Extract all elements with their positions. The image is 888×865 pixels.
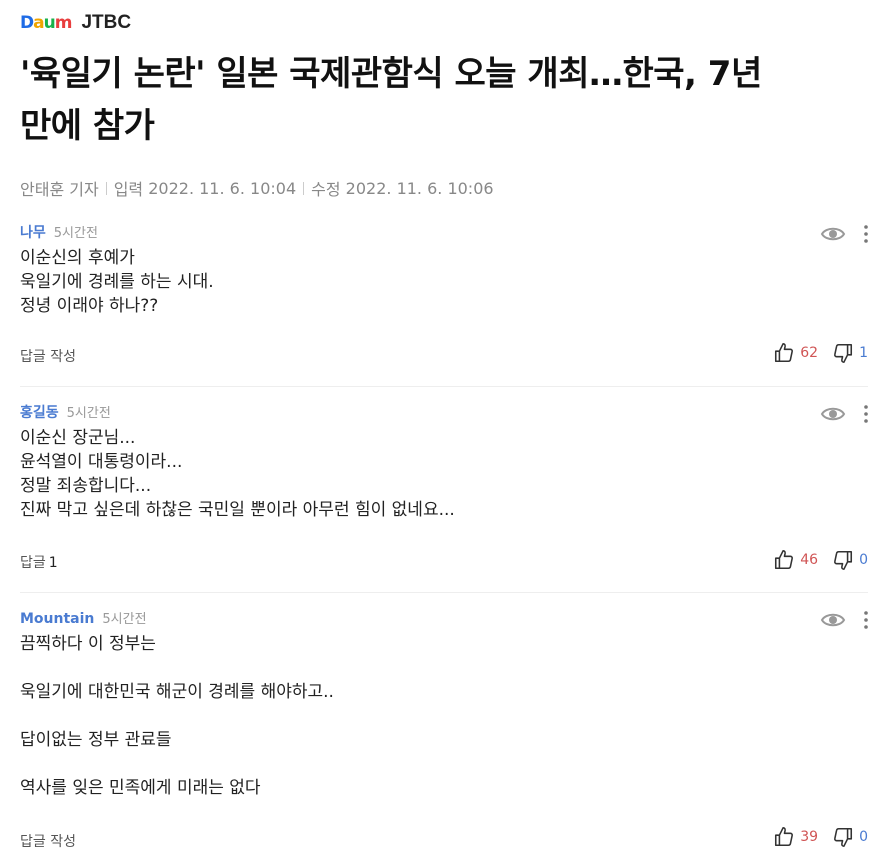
more-vertical-icon[interactable]	[864, 611, 868, 629]
logo-letter-m: m	[54, 13, 73, 33]
comment-author[interactable]: Mountain	[20, 611, 94, 627]
eye-icon[interactable]	[820, 404, 846, 424]
input-label: 입력	[113, 180, 144, 199]
comment-line	[20, 704, 840, 728]
logo-letter-u: u	[43, 13, 56, 33]
modified-label: 수정	[311, 180, 341, 199]
like-count: 39	[800, 829, 819, 845]
comment-time: 5시간전	[102, 612, 147, 627]
comment-line	[20, 752, 840, 776]
title-line-1: '육일기 논란' 일본 국제관함식 오늘 개최…한국, 7년	[20, 54, 762, 94]
header: D a u m JTBC	[20, 10, 131, 36]
comment-line: 정말 죄송합니다...	[20, 476, 152, 496]
comment-line	[20, 656, 840, 680]
comment-line: 욱일기에 경례를 하는 시대.	[20, 272, 214, 292]
comment-body: 이순신 장군님... 윤석열이 대통령이라... 정말 죄송합니다... 진짜 …	[20, 426, 840, 522]
thumbs-down-icon	[834, 343, 853, 363]
comment-line: 답이없는 정부 관료들	[20, 730, 172, 750]
thumbs-down-icon	[834, 550, 853, 570]
comment-body: 끔찍하다 이 정부는 욱일기에 대한민국 해군이 경례를 해야하고.. 답이없는…	[20, 632, 840, 800]
comment-item: 홍길동 5시간전 이순신 장군님... 윤석열이 대통령이라... 정말 죄송합…	[20, 402, 868, 593]
comment-time: 5시간전	[66, 406, 111, 421]
comment-line: 역사를 잊은 민족에게 미래는 없다	[20, 778, 261, 798]
logo-letter-a: a	[33, 13, 45, 33]
reply-count: 1	[48, 555, 58, 571]
press-name[interactable]: JTBC	[81, 12, 131, 34]
comment-body: 이순신의 후예가 욱일기에 경례를 하는 시대. 정녕 이래야 하나??	[20, 246, 840, 318]
eye-icon[interactable]	[820, 610, 846, 630]
comment-author[interactable]: 나무	[20, 222, 46, 242]
like-count: 62	[800, 345, 819, 361]
modified-time: 2022. 11. 6. 10:06	[345, 178, 494, 198]
dislike-button[interactable]: 1	[832, 342, 868, 364]
comment-time: 5시간전	[53, 226, 98, 241]
reporter-name[interactable]: 안태훈 기자	[20, 176, 99, 200]
title-line-2: 만에 참가	[20, 106, 155, 146]
input-time: 2022. 11. 6. 10:04	[148, 178, 297, 198]
more-vertical-icon[interactable]	[864, 405, 868, 423]
reply-label: 답글 작성	[20, 349, 76, 365]
article-byline: 안태훈 기자 입력 2022. 11. 6. 10:04 수정 2022. 11…	[20, 176, 494, 200]
thumbs-down-icon	[834, 827, 853, 847]
eye-icon[interactable]	[820, 224, 846, 244]
like-button[interactable]: 39	[773, 826, 818, 848]
dislike-button[interactable]: 0	[832, 549, 868, 571]
thumbs-up-icon	[775, 550, 794, 570]
article-title: '육일기 논란' 일본 국제관함식 오늘 개최…한국, 7년 만에 참가	[20, 48, 870, 152]
logo-letter-d: D	[20, 13, 34, 33]
thumbs-up-icon	[775, 827, 794, 847]
dislike-button[interactable]: 0	[832, 826, 868, 848]
comment-line: 이순신 장군님...	[20, 428, 136, 448]
comment-line: 진짜 막고 싶은데 하찮은 국민일 뿐이라 아무런 힘이 없네요...	[20, 500, 455, 520]
like-button[interactable]: 62	[773, 342, 818, 364]
daum-logo[interactable]: D a u m	[20, 13, 73, 33]
reply-button[interactable]: 답글 작성	[20, 346, 79, 366]
reply-label: 답글 작성	[20, 834, 76, 850]
comment-item: Mountain 5시간전 끔찍하다 이 정부는 욱일기에 대한민국 해군이 경…	[20, 608, 868, 865]
comment-item: 나무 5시간전 이순신의 후예가 욱일기에 경례를 하는 시대. 정녕 이래야 …	[20, 222, 868, 387]
thumbs-up-icon	[775, 343, 794, 363]
dislike-count: 0	[859, 829, 868, 845]
reply-button[interactable]: 답글 1	[20, 552, 58, 572]
comment-author[interactable]: 홍길동	[20, 402, 59, 422]
reply-button[interactable]: 답글 작성	[20, 831, 79, 851]
comment-line: 정녕 이래야 하나??	[20, 296, 159, 316]
more-vertical-icon[interactable]	[864, 225, 868, 243]
byline-divider	[303, 181, 305, 195]
dislike-count: 0	[859, 552, 868, 568]
like-button[interactable]: 46	[773, 549, 818, 571]
reply-label: 답글	[20, 555, 46, 571]
comment-line: 이순신의 후예가	[20, 248, 135, 268]
byline-divider	[105, 181, 107, 195]
dislike-count: 1	[859, 345, 868, 361]
comment-line: 욱일기에 대한민국 해군이 경례를 해야하고..	[20, 682, 334, 702]
comment-line: 끔찍하다 이 정부는	[20, 634, 156, 654]
like-count: 46	[800, 552, 819, 568]
comment-line: 윤석열이 대통령이라...	[20, 452, 183, 472]
